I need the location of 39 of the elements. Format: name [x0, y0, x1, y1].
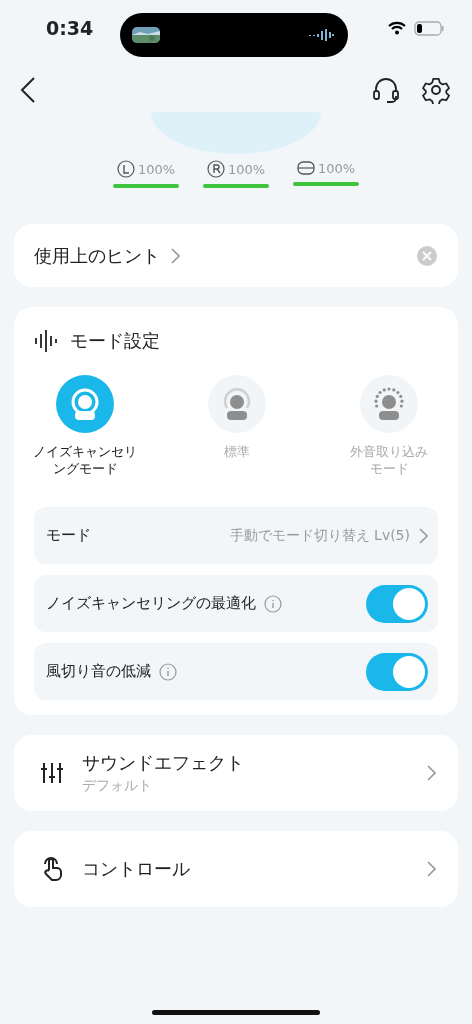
chevron-right-icon: [426, 765, 436, 781]
mode-button[interactable]: [56, 375, 114, 433]
section-title: モード設定: [70, 329, 160, 353]
battery-reading: 100%: [317, 160, 356, 176]
hint-card[interactable]: 使用上のヒント: [14, 224, 458, 287]
back-icon[interactable]: [20, 76, 36, 104]
close-icon[interactable]: [416, 244, 438, 267]
mode-value: 手動でモード切り替え Lv(5): [229, 526, 410, 545]
info-icon[interactable]: [264, 594, 282, 613]
audio-wave-icon: [308, 28, 334, 42]
toggle-switch[interactable]: [366, 652, 428, 691]
menu-subtitle: デフォルト: [82, 777, 153, 795]
mode-row[interactable]: モード 手動でモード切り替え Lv(5): [34, 507, 438, 564]
chevron-right-icon: [170, 247, 180, 264]
menu-title: サウンドエフェクト: [82, 751, 245, 775]
battery-reading: 100%: [137, 161, 176, 177]
headset-icon[interactable]: [372, 76, 400, 104]
sound-wave-icon: [34, 329, 58, 353]
chevron-right-icon: [418, 527, 428, 544]
setting-label: ノイズキャンセリングの最適化: [46, 594, 256, 613]
setting-label: 風切り音の低減: [46, 662, 151, 681]
battery-icon: [414, 20, 444, 36]
settings-icon[interactable]: [422, 76, 450, 104]
letter-r-icon: [206, 160, 225, 178]
info-icon[interactable]: [159, 662, 177, 681]
case-icon: [296, 160, 315, 176]
menu-card[interactable]: コントロール: [14, 831, 458, 907]
menu-title: コントロール: [82, 857, 191, 881]
letter-l-icon: [116, 160, 135, 178]
wifi-icon: [388, 21, 406, 35]
chevron-right-icon: [426, 861, 436, 877]
menu-card[interactable]: サウンドエフェクト デフォルト: [14, 735, 458, 811]
mode-label: 外音取り込みモード: [349, 443, 429, 477]
status-time: 0:34: [46, 17, 95, 39]
equalizer-icon: [40, 761, 64, 785]
mode-label: ノイズキャンセリングモード: [32, 443, 138, 477]
battery-reading: 100%: [227, 161, 266, 177]
toggle-switch[interactable]: [366, 584, 428, 623]
mode-label: 標準: [224, 443, 250, 460]
